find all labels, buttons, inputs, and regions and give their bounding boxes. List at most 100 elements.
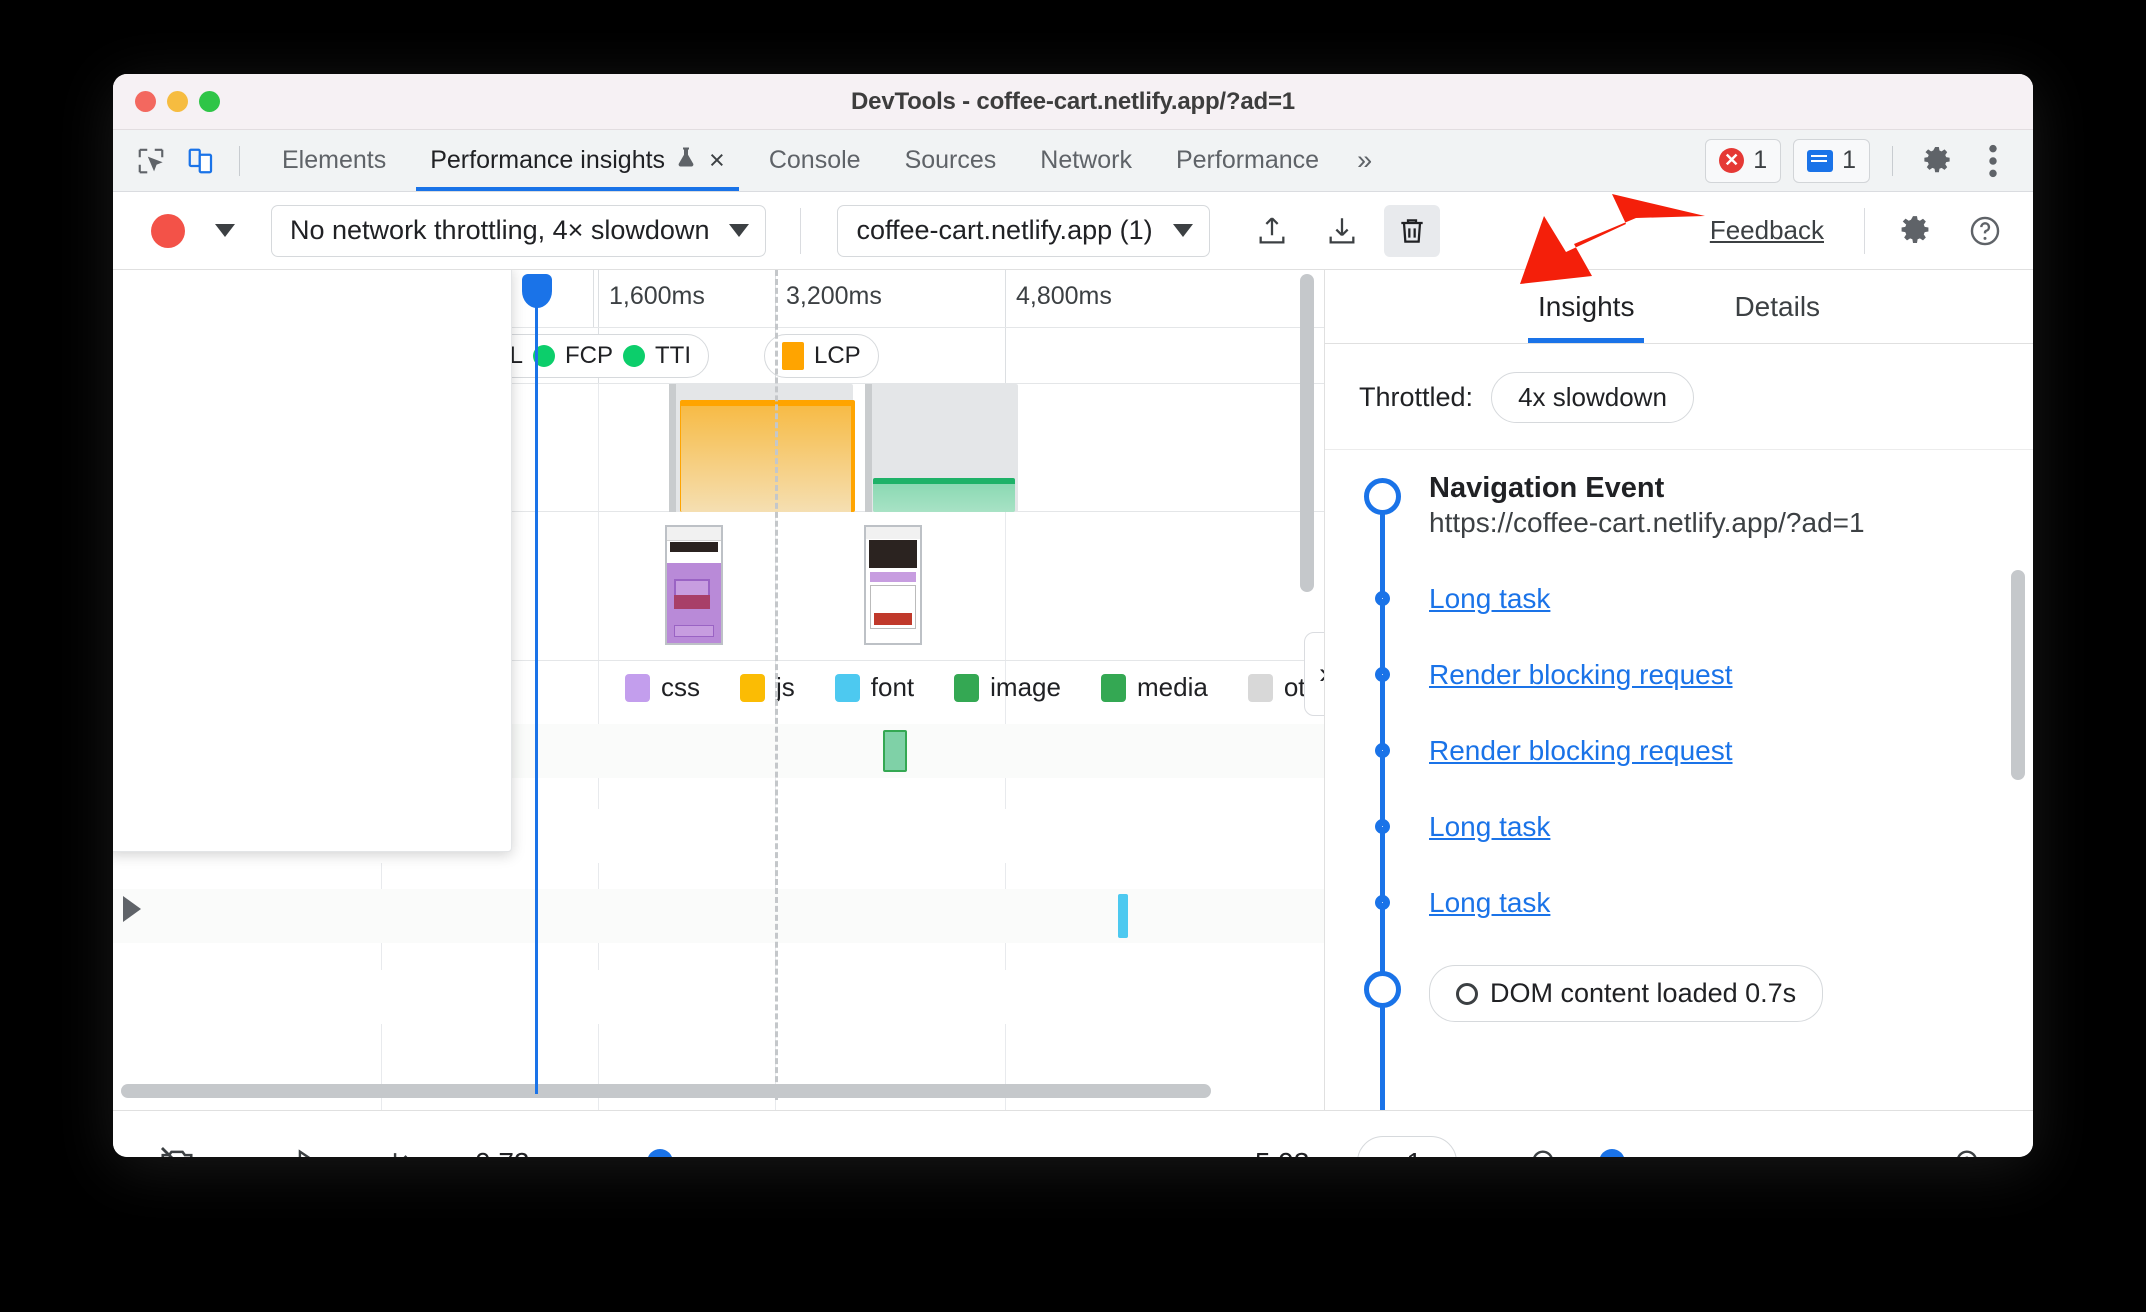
tab-network[interactable]: Network	[1018, 130, 1154, 191]
network-request-marker	[669, 384, 676, 512]
chevron-down-icon	[1172, 224, 1193, 237]
time-current-label: 0.72s	[475, 1147, 544, 1158]
insight-link[interactable]: Render blocking request	[1429, 735, 1733, 766]
legend-item-font: font	[834, 672, 915, 703]
insight-long-task[interactable]: Long task	[1325, 583, 2033, 615]
record-button[interactable]	[151, 213, 185, 248]
zoom-in-icon[interactable]	[1939, 1133, 1999, 1157]
inspect-element-icon[interactable]	[129, 139, 173, 183]
marker-label-fcp: FCP	[565, 342, 614, 369]
help-icon[interactable]	[1957, 205, 2013, 257]
message-count-badge[interactable]: 1	[1793, 138, 1870, 183]
download-icon[interactable]	[1314, 205, 1370, 257]
trash-icon[interactable]	[1383, 204, 1440, 257]
ruler-tick-label: 1,600ms	[609, 282, 705, 310]
timeline-horizontal-scrollbar[interactable]	[121, 1084, 1211, 1098]
throttled-row: Throttled: 4x slowdown	[1325, 344, 2033, 450]
more-tabs-icon[interactable]: »	[1341, 130, 1388, 191]
timeline-tooltip-popover	[113, 270, 512, 852]
request-track-row[interactable]	[113, 970, 1324, 1024]
request-bar-font[interactable]	[1118, 894, 1128, 938]
tab-label: Performance	[1175, 146, 1320, 174]
devtools-tabbar: Elements Performance insights × Console …	[113, 130, 2033, 192]
lcp-marker-icon	[782, 342, 804, 370]
gear-icon[interactable]	[1887, 205, 1943, 257]
request-bar-image[interactable]	[883, 730, 907, 772]
message-count: 1	[1842, 146, 1856, 174]
tab-label: Performance insights	[430, 146, 666, 174]
marker-pill-lcp[interactable]: LCP	[764, 334, 879, 378]
network-band-image	[873, 478, 1015, 512]
devtools-window: DevTools - coffee-cart.netlify.app/?ad=1	[113, 74, 2033, 1157]
tab-elements[interactable]: Elements	[260, 130, 408, 191]
insight-link[interactable]: Long task	[1429, 583, 1550, 614]
window-title: DevTools - coffee-cart.netlify.app/?ad=1	[851, 87, 1295, 115]
play-icon[interactable]	[277, 1133, 337, 1157]
ruler-tick: 4,800ms	[1005, 270, 1112, 327]
insight-link[interactable]: Long task	[1429, 887, 1550, 918]
recording-value: coffee-cart.netlify.app (1)	[856, 215, 1153, 245]
screenshot-off-icon[interactable]	[147, 1133, 207, 1157]
insights-vertical-scrollbar[interactable]	[2011, 570, 2025, 780]
legend-label: media	[1136, 672, 1208, 702]
zoom-slider-handle[interactable]	[1599, 1149, 1625, 1157]
playback-speed-chip[interactable]: x1	[1357, 1135, 1457, 1157]
timeline-panel: 0ms 1,600ms 3,200ms 4,800ms	[113, 270, 1325, 1110]
tab-label: Details	[1734, 290, 1821, 322]
timeline-node-icon	[1375, 819, 1390, 834]
experiment-flask-icon	[674, 144, 698, 178]
legend-swatch	[954, 673, 980, 702]
filmstrip-thumbnail[interactable]	[864, 525, 922, 645]
tab-sources[interactable]: Sources	[883, 130, 1019, 191]
jump-to-start-icon[interactable]	[375, 1133, 435, 1157]
tab-console[interactable]: Console	[747, 130, 883, 191]
insight-title: Navigation Event	[1429, 472, 1665, 504]
record-options-chevron-down-icon[interactable]	[215, 224, 235, 237]
zoom-out-icon[interactable]	[1515, 1133, 1575, 1157]
expand-track-icon[interactable]	[123, 896, 141, 922]
upload-icon[interactable]	[1244, 205, 1300, 257]
insight-render-blocking-request[interactable]: Render blocking request	[1325, 659, 2033, 691]
legend-swatch	[1100, 673, 1126, 702]
insight-dom-content-loaded[interactable]: DOM content loaded 0.7s	[1325, 965, 2033, 1022]
timeline-chart[interactable]: css js font image media	[113, 270, 1324, 1110]
insight-long-task[interactable]: Long task	[1325, 887, 2033, 919]
tabbar-right-icons: ✕ 1 1	[1705, 130, 2033, 191]
ruler-tick-label: 4,800ms	[1016, 282, 1112, 310]
tab-details[interactable]: Details	[1724, 270, 1830, 343]
kebab-menu-icon[interactable]	[1971, 139, 2015, 183]
annotation-arrow	[1520, 194, 1705, 284]
request-track-row[interactable]	[113, 889, 1324, 943]
window-titlebar: DevTools - coffee-cart.netlify.app/?ad=1	[113, 74, 2033, 130]
time-total-label: 5.93s	[1255, 1147, 1324, 1158]
throttling-select[interactable]: No network throttling, 4× slowdown	[271, 204, 767, 257]
tab-performance-insights[interactable]: Performance insights ×	[408, 130, 747, 191]
feedback-link[interactable]: Feedback	[1710, 215, 1824, 246]
ruler-tick-label: 3,200ms	[786, 282, 882, 310]
timeline-node-icon	[1364, 971, 1401, 1008]
timeline-node-icon	[1375, 591, 1390, 606]
insight-link[interactable]: Long task	[1429, 811, 1550, 842]
recording-select[interactable]: coffee-cart.netlify.app (1)	[837, 204, 1210, 257]
screenshot-root: DevTools - coffee-cart.netlify.app/?ad=1	[0, 0, 2146, 1312]
timeline-vertical-scrollbar[interactable]	[1300, 274, 1314, 592]
insight-long-task[interactable]: Long task	[1325, 811, 2033, 843]
gear-icon[interactable]	[1915, 139, 1959, 183]
insight-render-blocking-request[interactable]: Render blocking request	[1325, 735, 2033, 767]
toolbar-divider-1	[800, 207, 802, 254]
panel-body: 0ms 1,600ms 3,200ms 4,800ms	[113, 270, 2033, 1110]
tab-performance[interactable]: Performance	[1154, 130, 1341, 191]
error-count-badge[interactable]: ✕ 1	[1705, 138, 1782, 183]
device-toolbar-icon[interactable]	[179, 139, 223, 183]
legend-item-media: media	[1100, 672, 1208, 703]
filmstrip-thumbnail[interactable]	[665, 525, 723, 645]
expand-sidebar-button[interactable]: ›	[1304, 632, 1324, 716]
legend-label: font	[870, 672, 915, 702]
insight-navigation-event[interactable]: Navigation Event https://coffee-cart.net…	[1325, 472, 2033, 539]
insight-link[interactable]: Render blocking request	[1429, 659, 1733, 690]
timeline-node-icon	[1364, 478, 1401, 515]
chevron-down-icon	[729, 224, 750, 237]
legend-swatch	[740, 673, 765, 702]
slider-handle[interactable]	[646, 1149, 673, 1157]
close-icon[interactable]: ×	[709, 147, 725, 174]
